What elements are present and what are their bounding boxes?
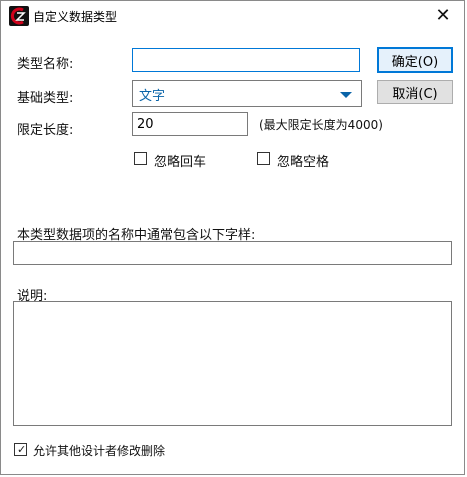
allow-edit-checkbox[interactable]: ✓ (14, 443, 27, 456)
app-logo-icon (8, 5, 30, 27)
ignore-enter-checkbox[interactable] (134, 152, 147, 165)
title-bar: 自定义数据类型 ✕ (1, 1, 464, 31)
custom-data-type-dialog: 自定义数据类型 ✕ 类型名称: 确定(O) 基础类型: 文字 取消(C) 限定长… (0, 0, 465, 475)
base-type-label: 基础类型: (17, 91, 74, 106)
allow-edit-label: 允许其他设计者修改删除 (33, 444, 166, 458)
ignore-enter-label: 忽略回车 (154, 155, 207, 170)
ok-button[interactable]: 确定(O) (377, 47, 453, 73)
base-type-value: 文字 (139, 89, 166, 104)
cancel-button-label: 取消(C) (392, 86, 438, 102)
base-type-select[interactable]: 文字 (132, 80, 362, 107)
length-hint: (最大限定长度为4000) (259, 118, 383, 132)
window-title: 自定义数据类型 (33, 10, 118, 24)
ignore-space-checkbox[interactable] (257, 152, 270, 165)
chevron-down-icon (340, 92, 352, 98)
type-name-label: 类型名称: (17, 57, 74, 72)
pattern-input[interactable] (13, 241, 452, 265)
length-input[interactable] (132, 112, 248, 136)
close-button[interactable]: ✕ (422, 1, 464, 31)
cancel-button[interactable]: 取消(C) (377, 80, 453, 104)
type-name-input[interactable] (132, 48, 360, 72)
ok-button-label: 确定(O) (391, 54, 439, 70)
ignore-space-label: 忽略空格 (277, 155, 330, 170)
close-icon: ✕ (435, 5, 451, 26)
checkmark-icon: ✓ (17, 443, 27, 456)
length-label: 限定长度: (17, 123, 74, 138)
description-textarea[interactable] (13, 301, 452, 426)
